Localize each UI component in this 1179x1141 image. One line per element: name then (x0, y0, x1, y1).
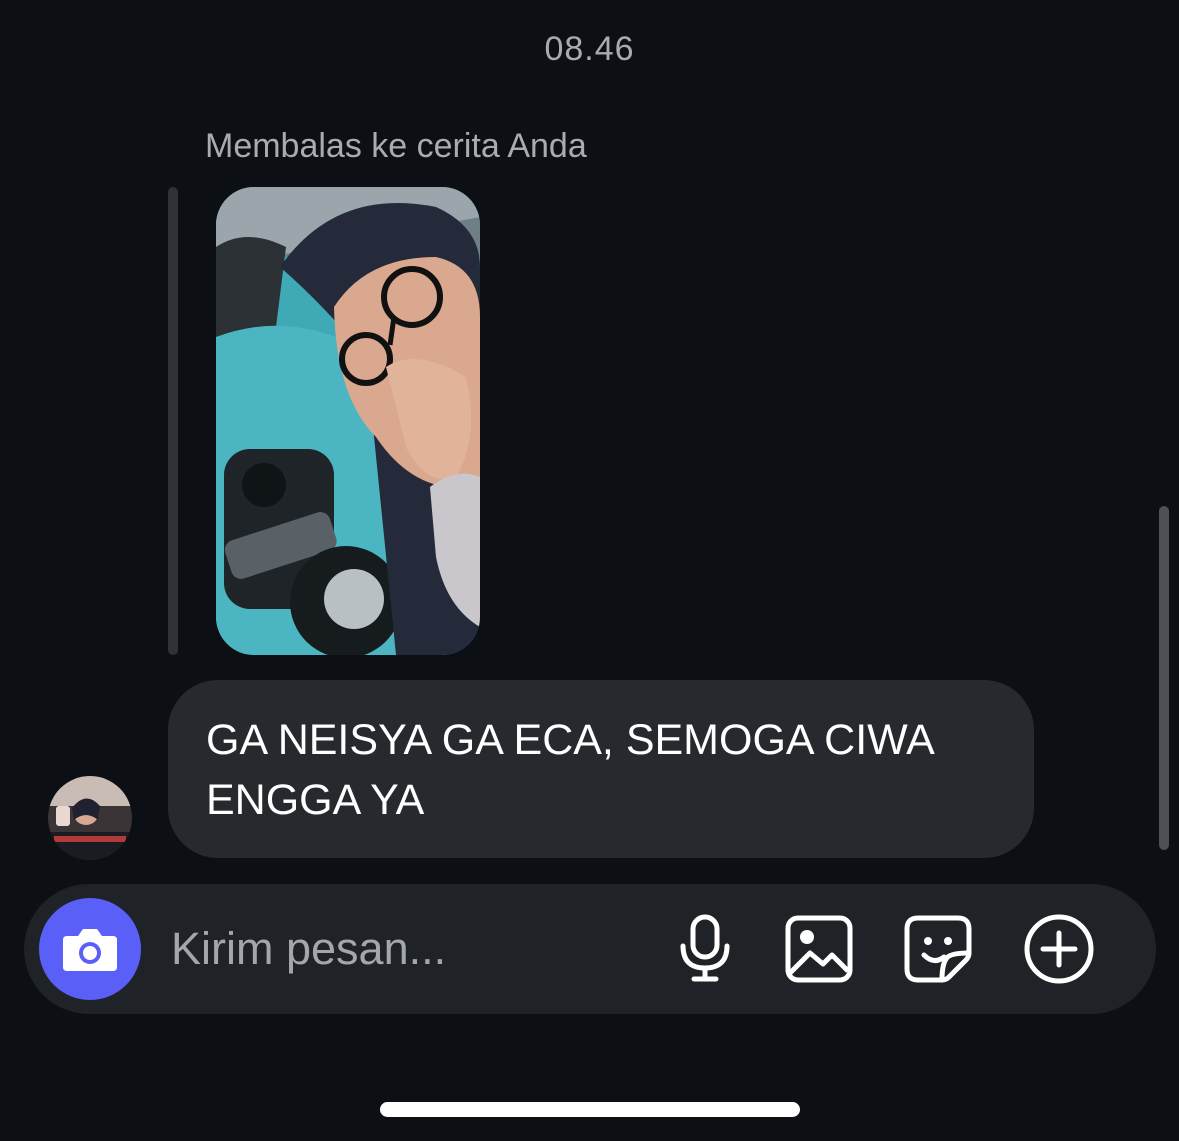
camera-button[interactable] (39, 898, 141, 1000)
home-indicator[interactable] (380, 1102, 800, 1117)
story-thumbnail[interactable] (216, 187, 480, 655)
message-text: GA NEISYA GA ECA, SEMOGA CIWA ENGGA YA (206, 716, 933, 824)
avatar-photo-image (48, 776, 132, 860)
voice-message-button[interactable] (665, 909, 745, 989)
gallery-button[interactable] (779, 909, 859, 989)
message-input[interactable] (169, 908, 653, 990)
chat-screen: 08.46 Membalas ke cerita Anda GA NEISYA … (0, 0, 1179, 1141)
message-bubble[interactable]: GA NEISYA GA ECA, SEMOGA CIWA ENGGA YA (168, 680, 1034, 858)
reply-quote-bar (168, 187, 178, 655)
story-photo-image (216, 187, 480, 655)
microphone-icon (680, 914, 730, 982)
sticker-icon (904, 915, 972, 983)
gallery-icon (785, 915, 853, 983)
more-actions-button[interactable] (1019, 909, 1099, 989)
sticker-button[interactable] (898, 909, 978, 989)
message-composer (24, 884, 1156, 1014)
camera-icon (63, 929, 117, 971)
message-timestamp: 08.46 (544, 30, 635, 68)
story-reply-label: Membalas ke cerita Anda (205, 127, 587, 165)
add-icon (1024, 914, 1094, 984)
sender-avatar[interactable] (48, 776, 132, 860)
scrollbar[interactable] (1159, 506, 1169, 850)
